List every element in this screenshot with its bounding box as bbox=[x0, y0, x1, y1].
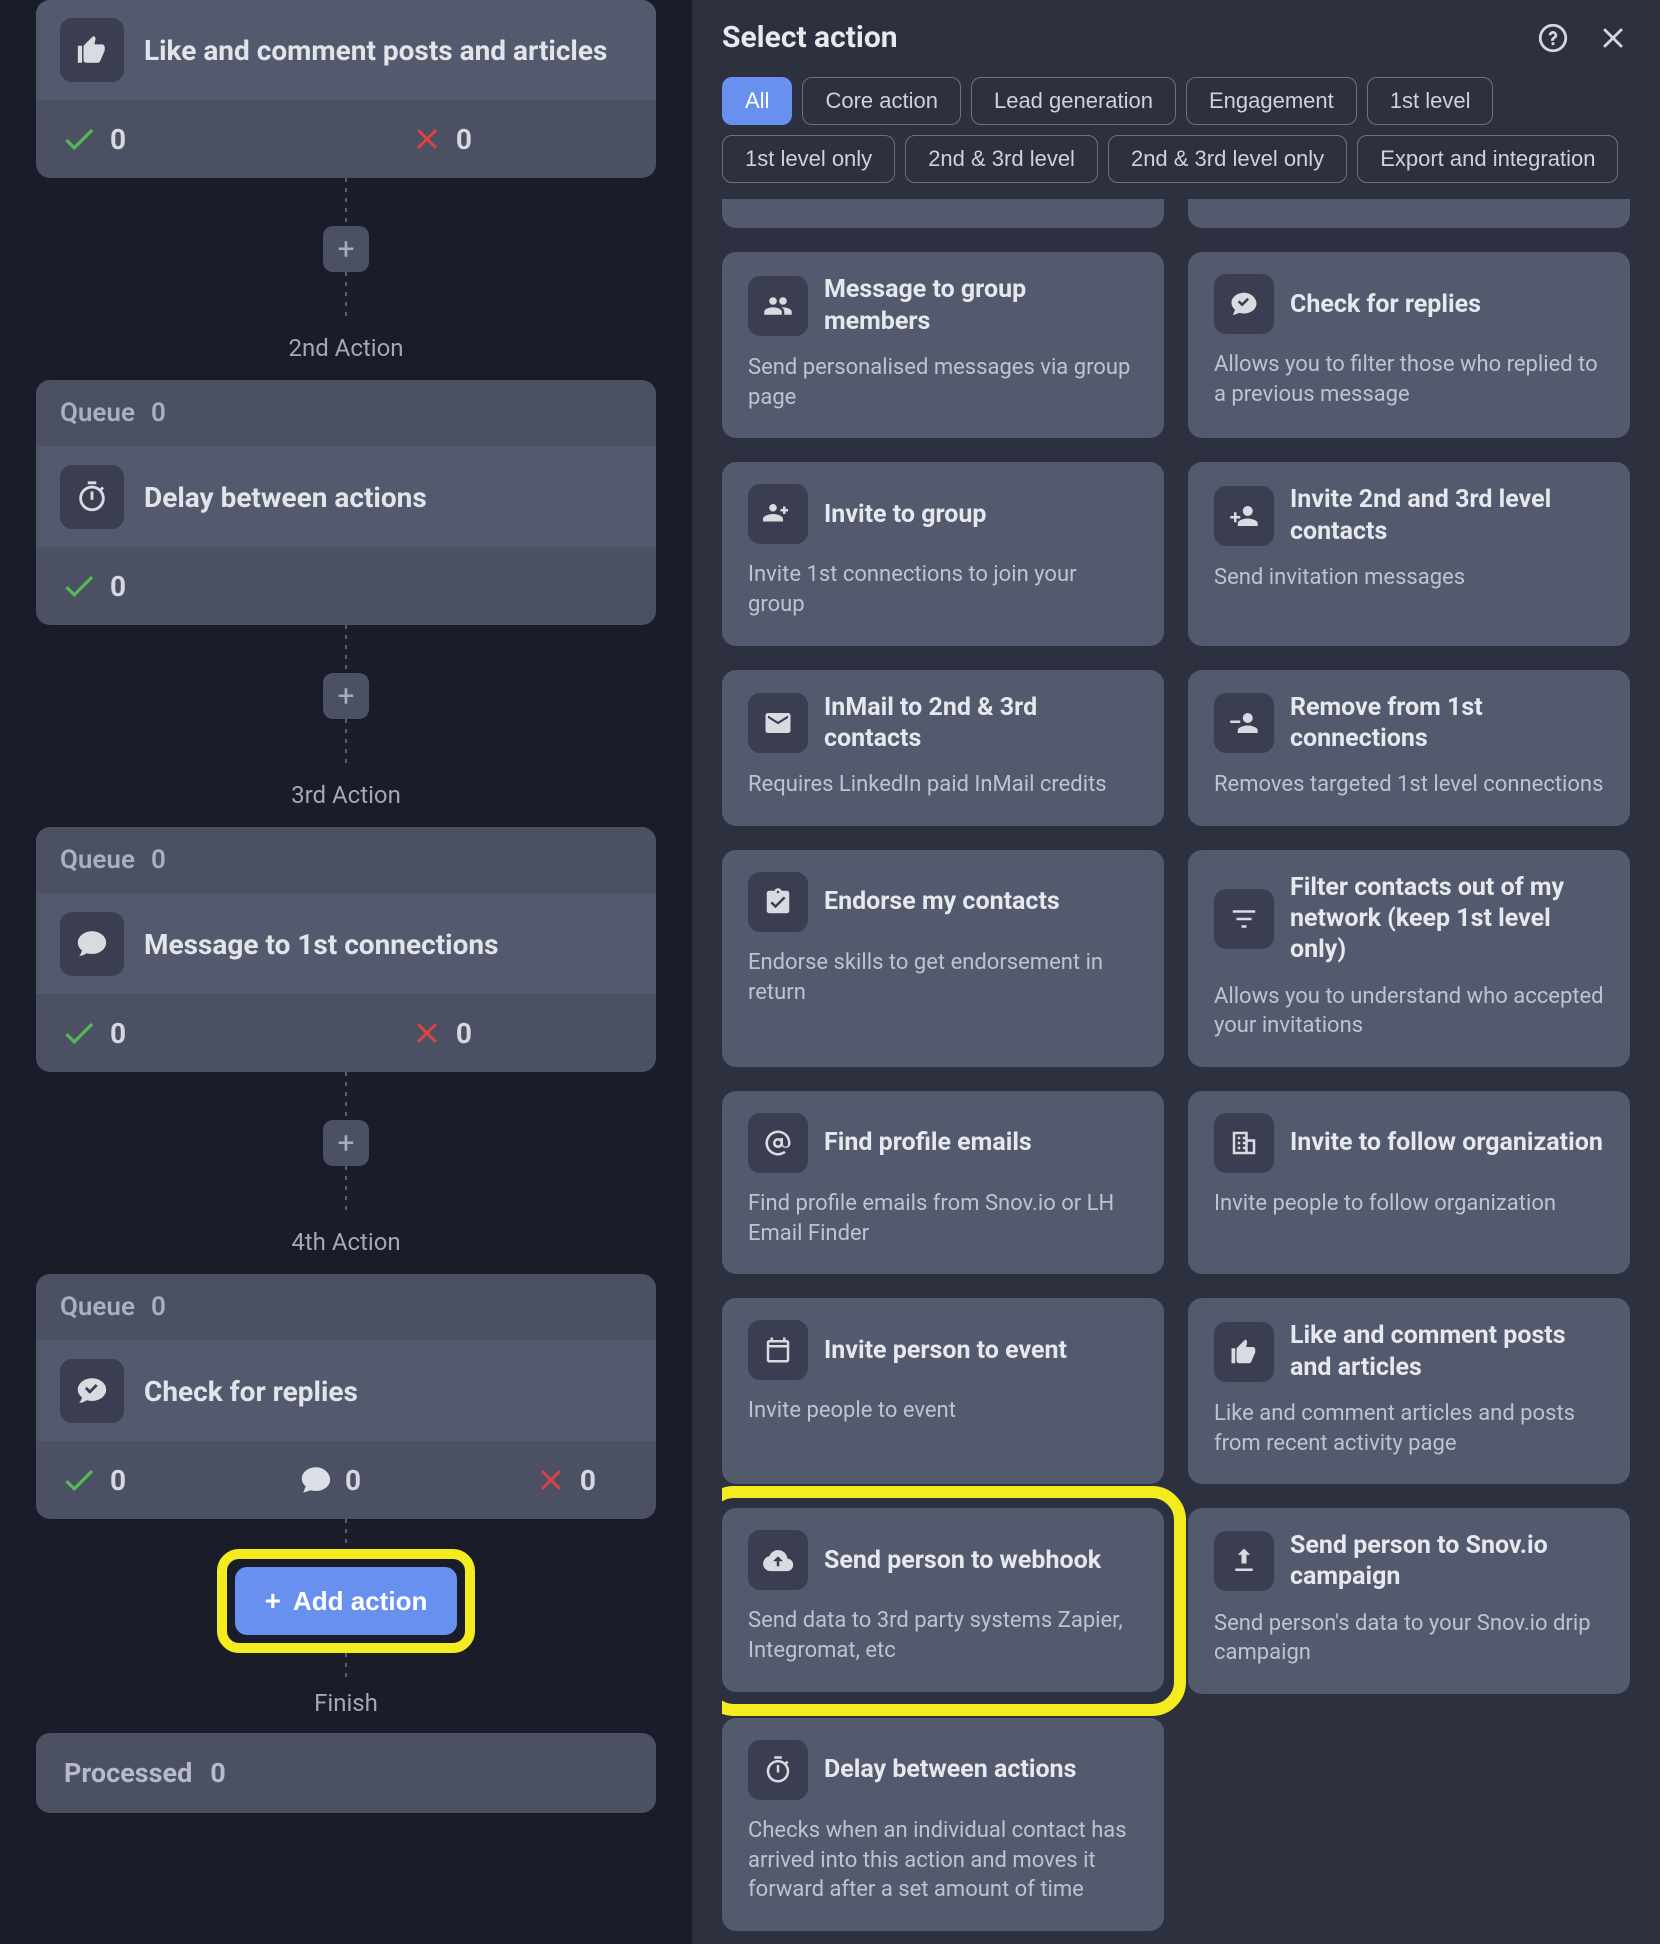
action-card-like-comment[interactable]: Like and comment posts and articles 0 0 bbox=[36, 0, 656, 178]
clipboard-check-icon bbox=[748, 872, 808, 932]
stat-success: 0 bbox=[60, 1014, 126, 1052]
plus-icon: + bbox=[265, 1585, 281, 1617]
action-option-remove-1st[interactable]: Remove from 1st connections Removes targ… bbox=[1188, 670, 1630, 826]
action-card-message-1st[interactable]: Queue 0 Message to 1st connections 0 0 bbox=[36, 827, 656, 1072]
workflow-column: Like and comment posts and articles 0 0 … bbox=[0, 0, 692, 1944]
stat-replies: 0 bbox=[299, 1463, 361, 1497]
add-step-button-1[interactable]: + bbox=[323, 226, 369, 272]
section-label-2nd: 2nd Action bbox=[36, 320, 656, 380]
action-option-webhook[interactable]: Send person to webhook Send data to 3rd … bbox=[722, 1508, 1164, 1691]
stat-success: 0 bbox=[60, 120, 126, 158]
stopwatch-icon bbox=[60, 465, 124, 529]
filter-pills: All Core action Lead generation Engageme… bbox=[722, 77, 1630, 199]
add-step-button-2[interactable]: + bbox=[323, 673, 369, 719]
section-label-4th: 4th Action bbox=[36, 1214, 656, 1274]
filter-1st[interactable]: 1st level bbox=[1367, 77, 1494, 125]
add-action-highlight: + Add action bbox=[217, 1549, 476, 1653]
action-title: Check for replies bbox=[144, 1375, 358, 1408]
at-sign-icon bbox=[748, 1113, 808, 1173]
finish-label: Finish bbox=[36, 1679, 656, 1733]
filter-icon bbox=[1214, 889, 1274, 949]
filter-all[interactable]: All bbox=[722, 77, 792, 125]
stat-success: 0 bbox=[60, 567, 126, 605]
stat-fail: 0 bbox=[410, 122, 632, 156]
webhook-highlight: Send person to webhook Send data to 3rd … bbox=[722, 1486, 1186, 1716]
thumbs-up-icon bbox=[1214, 1322, 1274, 1382]
calendar-icon bbox=[748, 1320, 808, 1380]
action-title: Message to 1st connections bbox=[144, 928, 498, 961]
action-option-invite-23[interactable]: Invite 2nd and 3rd level contacts Send i… bbox=[1188, 462, 1630, 645]
thumbs-up-icon bbox=[60, 18, 124, 82]
action-option-invite-event[interactable]: Invite person to event Invite people to … bbox=[722, 1298, 1164, 1484]
action-title: Like and comment posts and articles bbox=[144, 34, 607, 67]
action-option-delay[interactable]: Delay between actions Checks when an ind… bbox=[722, 1718, 1164, 1931]
filter-1st-only[interactable]: 1st level only bbox=[722, 135, 895, 183]
action-option-like-comment[interactable]: Like and comment posts and articles Like… bbox=[1188, 1298, 1630, 1484]
person-remove-icon bbox=[1214, 693, 1274, 753]
action-option-partial-right[interactable]: Send personalised messages via event pag… bbox=[1188, 199, 1630, 228]
chat-icon bbox=[60, 912, 124, 976]
processed-card: Processed 0 bbox=[36, 1733, 656, 1813]
stat-fail: 0 bbox=[534, 1463, 596, 1497]
action-option-partial-left[interactable]: Send personalised messages bbox=[722, 199, 1164, 228]
filter-23-only[interactable]: 2nd & 3rd level only bbox=[1108, 135, 1347, 183]
action-card-check-replies[interactable]: Queue 0 Check for replies 0 0 0 bbox=[36, 1274, 656, 1519]
stopwatch-icon bbox=[748, 1740, 808, 1800]
action-option-snov[interactable]: Send person to Snov.io campaign Send per… bbox=[1188, 1508, 1630, 1694]
action-option-find-emails[interactable]: Find profile emails Find profile emails … bbox=[722, 1091, 1164, 1274]
add-step-button-3[interactable]: + bbox=[323, 1120, 369, 1166]
export-icon bbox=[1214, 1531, 1274, 1591]
filter-lead[interactable]: Lead generation bbox=[971, 77, 1176, 125]
filter-engagement[interactable]: Engagement bbox=[1186, 77, 1357, 125]
cloud-upload-icon bbox=[748, 1530, 808, 1590]
reply-check-icon bbox=[60, 1359, 124, 1423]
action-option-message-group[interactable]: Message to group members Send personalis… bbox=[722, 252, 1164, 438]
add-action-button[interactable]: + Add action bbox=[235, 1567, 458, 1635]
action-title: Delay between actions bbox=[144, 481, 427, 514]
stat-success: 0 bbox=[60, 1461, 126, 1499]
mail-icon bbox=[748, 693, 808, 753]
group-icon bbox=[748, 276, 808, 336]
close-icon[interactable] bbox=[1596, 21, 1630, 55]
section-label-3rd: 3rd Action bbox=[36, 767, 656, 827]
action-option-filter-out[interactable]: Filter contacts out of my network (keep … bbox=[1188, 850, 1630, 1067]
action-option-invite-follow[interactable]: Invite to follow organization Invite peo… bbox=[1188, 1091, 1630, 1274]
reply-check-icon bbox=[1214, 274, 1274, 334]
filter-core[interactable]: Core action bbox=[802, 77, 961, 125]
person-add-icon bbox=[1214, 486, 1274, 546]
stat-fail: 0 bbox=[410, 1016, 632, 1050]
help-icon[interactable] bbox=[1536, 21, 1570, 55]
action-option-invite-group[interactable]: Invite to group Invite 1st connections t… bbox=[722, 462, 1164, 645]
filter-export[interactable]: Export and integration bbox=[1357, 135, 1618, 183]
action-card-delay[interactable]: Queue 0 Delay between actions 0 bbox=[36, 380, 656, 625]
select-action-panel: Select action All Core action Lead gener… bbox=[692, 0, 1660, 1944]
group-add-icon bbox=[748, 484, 808, 544]
filter-23[interactable]: 2nd & 3rd level bbox=[905, 135, 1098, 183]
action-option-inmail[interactable]: InMail to 2nd & 3rd contacts Requires Li… bbox=[722, 670, 1164, 826]
action-option-endorse[interactable]: Endorse my contacts Endorse skills to ge… bbox=[722, 850, 1164, 1067]
panel-title: Select action bbox=[722, 20, 898, 55]
building-add-icon bbox=[1214, 1113, 1274, 1173]
action-option-check-replies[interactable]: Check for replies Allows you to filter t… bbox=[1188, 252, 1630, 438]
